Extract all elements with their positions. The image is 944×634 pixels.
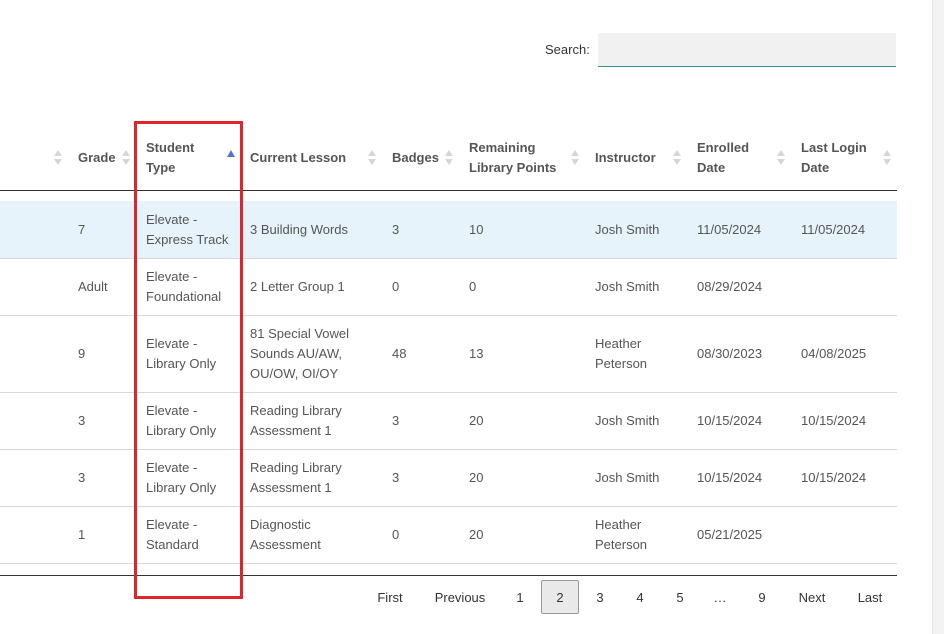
cell-enrolled-date: 05/21/2025 [697, 526, 763, 542]
cell-instructor: Josh Smith [595, 412, 660, 428]
pagination-last-button[interactable]: Last [852, 580, 888, 614]
cell-enrolled-date: 11/05/2024 [697, 221, 762, 237]
search-label: Search: [545, 42, 590, 57]
cell-badges: 48 [392, 345, 407, 361]
column-header-enrolled-date[interactable]: Enrolled Date [697, 138, 765, 178]
column-header-instructor[interactable]: Instructor [595, 138, 665, 178]
sort-icon[interactable] [883, 150, 891, 166]
cell-last-login-date: 11/05/2024 [801, 221, 866, 237]
pagination-next-button[interactable]: Next [790, 580, 834, 614]
sort-icon[interactable] [673, 150, 681, 166]
column-header-badges[interactable]: Badges [392, 138, 444, 178]
cell-badges: 3 [392, 412, 400, 428]
cell-grade: 7 [78, 221, 86, 237]
cell-enrolled-date: 10/15/2024 [697, 412, 763, 428]
pagination-page-button[interactable]: 4 [626, 580, 654, 614]
sort-icon[interactable] [122, 150, 130, 166]
cell-instructor: Josh Smith [595, 469, 660, 485]
cell-library-points: 20 [469, 412, 484, 428]
column-header-grade[interactable]: Grade [78, 138, 124, 178]
column-header-current-lesson[interactable]: Current Lesson [250, 138, 362, 178]
cell-last-login-date: 10/15/2024 [801, 412, 867, 428]
pagination-first-button[interactable]: First [370, 580, 410, 614]
sort-icon[interactable] [445, 150, 453, 166]
cell-enrolled-date: 08/29/2024 [697, 278, 763, 294]
cell-current-lesson: Reading Library Assessment 1 [250, 402, 342, 438]
cell-grade: 3 [78, 469, 86, 485]
cell-current-lesson: 81 Special Vowel Sounds AU/AW, OU/OW, OI… [250, 325, 350, 381]
pagination-page-button[interactable]: 5 [666, 580, 694, 614]
cell-instructor: Heather Peterson [595, 516, 648, 552]
cell-grade: 3 [78, 412, 86, 428]
column-header-last-login-date[interactable]: Last Login Date [801, 138, 873, 178]
cell-enrolled-date: 10/15/2024 [697, 469, 763, 485]
cell-grade: 9 [78, 345, 86, 361]
cell-current-lesson: Reading Library Assessment 1 [250, 459, 342, 495]
cell-instructor: Josh Smith [595, 278, 660, 294]
pagination-previous-button[interactable]: Previous [426, 580, 494, 614]
cell-instructor: Heather Peterson [595, 335, 648, 371]
cell-library-points: 20 [469, 469, 484, 485]
cell-library-points: 10 [469, 221, 484, 237]
pagination-page-button[interactable]: 9 [748, 580, 776, 614]
cell-library-points: 13 [469, 345, 484, 361]
pagination-ellipsis: … [713, 589, 727, 605]
cell-current-lesson: Diagnostic Assessment [250, 516, 321, 552]
scrollbar-track[interactable] [932, 0, 944, 634]
cell-last-login-date: 04/08/2025 [801, 345, 867, 361]
pagination-current-page[interactable]: 2 [541, 580, 579, 614]
cell-instructor: Josh Smith [595, 221, 660, 237]
pagination-page-button[interactable]: 3 [586, 580, 614, 614]
cell-library-points: 0 [469, 278, 477, 294]
cell-badges: 3 [392, 221, 400, 237]
column-header-remaining-library-points[interactable]: Remaining Library Points [469, 138, 567, 178]
cell-badges: 3 [392, 469, 400, 485]
cell-grade: Adult [78, 278, 108, 294]
cell-badges: 0 [392, 526, 400, 542]
cell-library-points: 20 [469, 526, 484, 542]
sort-icon[interactable] [571, 150, 579, 166]
annotation-highlight-box [134, 121, 243, 599]
cell-last-login-date: 10/15/2024 [801, 469, 867, 485]
sort-icon[interactable] [368, 150, 376, 166]
cell-grade: 1 [78, 526, 86, 542]
cell-current-lesson: 2 Letter Group 1 [250, 278, 345, 294]
sort-icon[interactable] [777, 150, 785, 166]
cell-current-lesson: 3 Building Words [250, 221, 349, 237]
cell-enrolled-date: 08/30/2023 [697, 345, 763, 361]
sort-icon[interactable] [54, 150, 62, 166]
pagination-page-button[interactable]: 1 [506, 580, 534, 614]
search-input[interactable] [598, 33, 896, 67]
cell-badges: 0 [392, 278, 400, 294]
